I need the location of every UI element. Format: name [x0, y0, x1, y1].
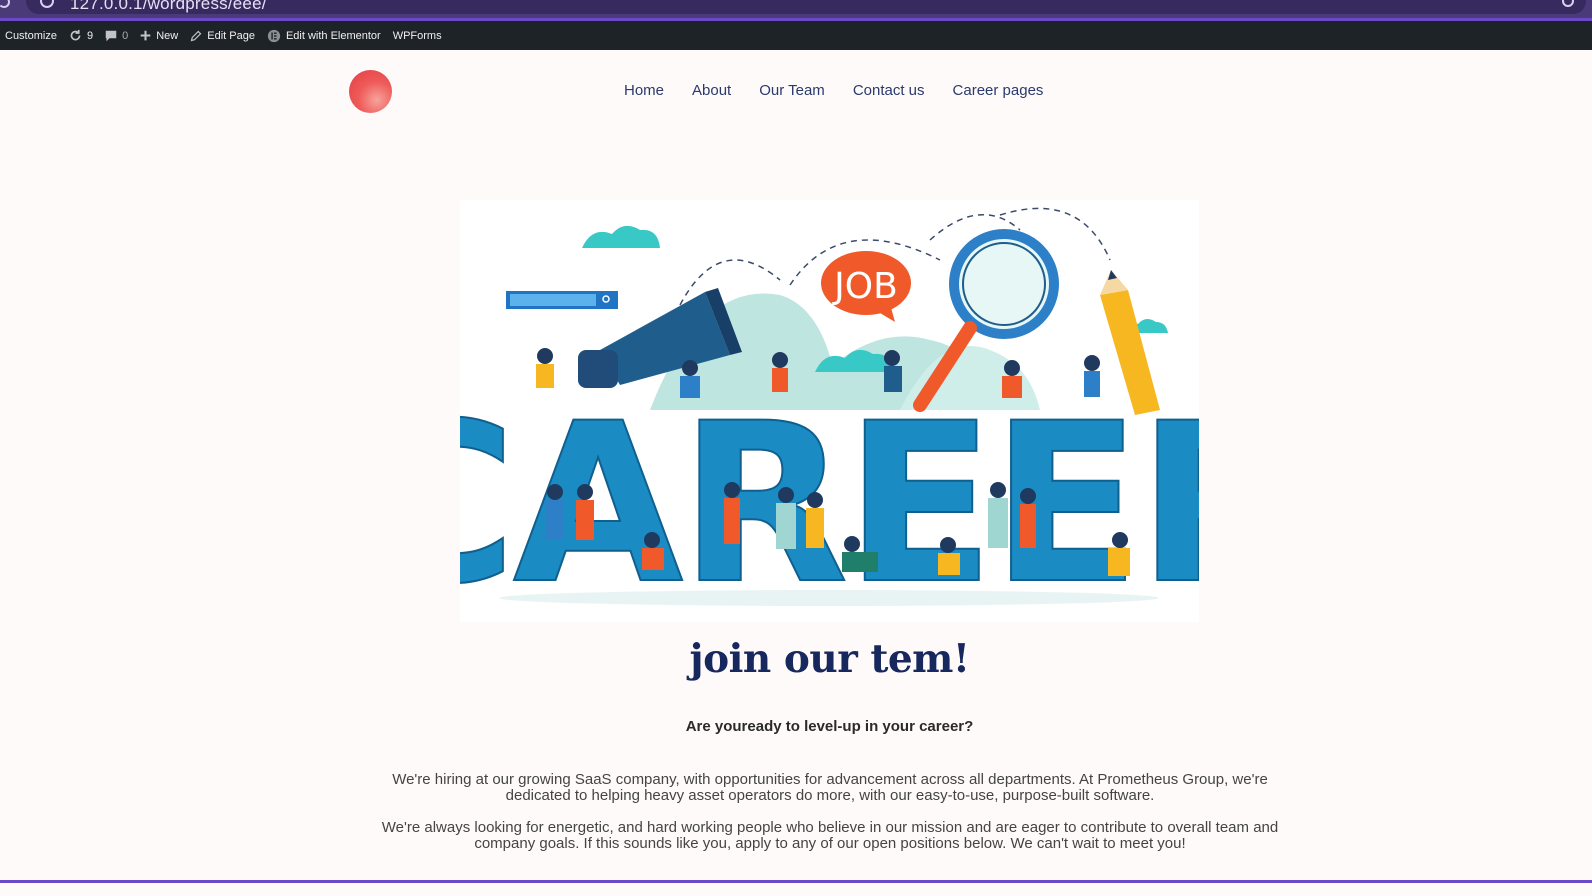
- intro-paragraph: We're hiring at our growing SaaS company…: [392, 771, 1268, 804]
- new-content-link[interactable]: New: [134, 21, 184, 50]
- elementor-icon: [267, 29, 281, 42]
- pencil-icon: [190, 30, 202, 41]
- updates-count: 9: [86, 29, 94, 42]
- career-illustration: JOB CAREER: [460, 207, 1199, 622]
- comments-count: 0: [122, 29, 129, 42]
- nav-home[interactable]: Home: [624, 82, 664, 99]
- nav-career-pages[interactable]: Career pages: [953, 82, 1044, 99]
- wpforms-link[interactable]: WPForms: [387, 21, 448, 50]
- refresh-icon: [70, 29, 81, 41]
- browser-toolbar: 127.0.0.1/wordpress/eee/: [0, 0, 1592, 18]
- wpforms-label: WPForms: [392, 29, 442, 42]
- edit-page-label: Edit Page: [207, 29, 255, 42]
- bottom-accent-line: [0, 880, 1592, 883]
- main-navigation: Home About Our Team Contact us Career pa…: [624, 82, 1043, 99]
- plus-icon: [140, 30, 151, 41]
- customize-label: Customize: [5, 29, 57, 42]
- elementor-label: Edit with Elementor: [285, 29, 381, 42]
- career-word: CAREER: [460, 376, 1199, 622]
- page-headline: join our tem!: [689, 636, 970, 682]
- job-bubble-icon: JOB: [821, 251, 911, 322]
- url-text[interactable]: 127.0.0.1/wordpress/eee/: [70, 0, 267, 14]
- career-hero-image: JOB CAREER: [460, 200, 1199, 622]
- mission-paragraph: We're always looking for energetic, and …: [381, 819, 1279, 852]
- customize-link[interactable]: Customize: [0, 21, 63, 50]
- page-subheadline: Are youready to level-up in your career?: [685, 718, 974, 735]
- svg-text:JOB: JOB: [832, 266, 898, 307]
- comment-icon: [105, 30, 117, 41]
- edit-page-link[interactable]: Edit Page: [184, 21, 261, 50]
- wp-admin-bar: Customize 9 0 New Edit Page Edit with El…: [0, 21, 1592, 50]
- nav-about[interactable]: About: [692, 82, 731, 99]
- nav-our-team[interactable]: Our Team: [759, 82, 825, 99]
- nav-contact-us[interactable]: Contact us: [853, 82, 925, 99]
- comments-link[interactable]: 0: [99, 21, 134, 50]
- cloud-icon: [582, 225, 660, 248]
- elementor-link[interactable]: Edit with Elementor: [261, 21, 387, 50]
- reload-icon[interactable]: [0, 0, 10, 8]
- updates-link[interactable]: 9: [63, 21, 99, 50]
- site-logo[interactable]: [349, 70, 392, 113]
- new-label: New: [156, 29, 179, 42]
